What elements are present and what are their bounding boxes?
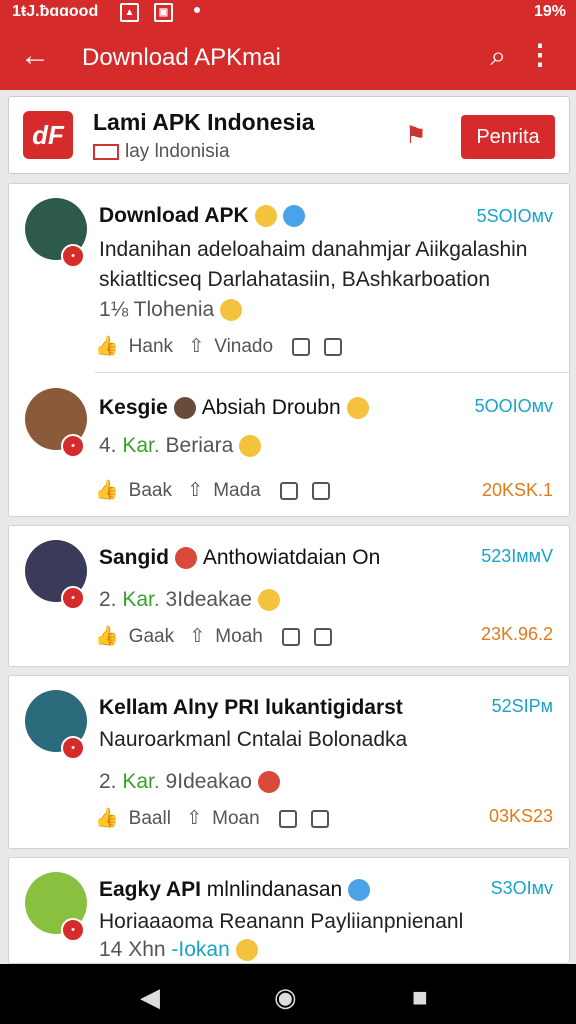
verified-icon: [282, 205, 305, 228]
emoji-icon: [257, 771, 280, 794]
emoji-icon: [257, 589, 280, 612]
like-label[interactable]: Baak: [129, 480, 172, 501]
emoji-icon: [175, 547, 198, 570]
item-actions: 👍 Baall ⇧ Moan: [95, 806, 339, 830]
like-icon[interactable]: 👍: [95, 626, 119, 647]
list-item[interactable]: • Kesgie Absiah Droubn 5OOIOᴍv 4. Kar. B…: [9, 374, 569, 514]
nav-back-icon[interactable]: ◀: [140, 982, 160, 1013]
item-name: Download APK: [99, 204, 305, 228]
checkbox-icon[interactable]: [324, 337, 343, 356]
item-text-2: skiatlticseq Darlahatasiin, BAshkarboati…: [99, 268, 491, 291]
item-text: 2. Kar. 3Ideakae: [99, 588, 280, 612]
like-count: 23K.96.2: [480, 624, 553, 644]
emoji-icon: [254, 205, 277, 228]
item-meta: 14 Xhn -Iokan: [99, 938, 258, 962]
like-icon[interactable]: 👍: [95, 336, 119, 357]
share-label[interactable]: Vinado: [214, 336, 273, 357]
checkbox-icon[interactable]: [314, 627, 333, 646]
item-name: Sangid Anthowiatdaian On: [99, 546, 381, 570]
checkbox-icon[interactable]: [312, 481, 330, 500]
share-icon[interactable]: ⇧: [188, 336, 204, 357]
like-icon[interactable]: 👍: [95, 480, 119, 501]
share-label[interactable]: Moah: [215, 626, 263, 647]
notification-icon: ▲: [120, 3, 139, 22]
share-label[interactable]: Moan: [212, 808, 260, 829]
flag-icon: [93, 143, 119, 160]
item-time: S3OIᴍv: [490, 878, 553, 898]
item-name: Kellam Alny PRI lukantigidarst: [99, 696, 403, 719]
post-card[interactable]: • Sangid Anthowiatdaian On 523IᴍᴍV 2. Ka…: [8, 525, 570, 667]
share-icon[interactable]: ⇧: [186, 808, 202, 829]
dot-icon: [194, 7, 200, 13]
badge-icon: •: [61, 918, 85, 942]
item-actions: 👍 Hank ⇧ Vinado: [95, 334, 352, 358]
like-label[interactable]: Hank: [129, 336, 173, 357]
back-arrow-icon[interactable]: ←: [20, 40, 50, 72]
post-card[interactable]: • Eagky API mlnlindanasan S3OIᴍv Horiaaa…: [8, 857, 570, 964]
share-icon[interactable]: ⇧: [187, 480, 203, 501]
item-text: Horiaaaoma Reanann Payliianpnienanl: [99, 910, 464, 933]
emoji-icon: [173, 397, 196, 420]
divider: [95, 372, 569, 373]
like-count: 03KS23: [488, 806, 553, 826]
checkbox-icon[interactable]: [310, 809, 329, 828]
app-logo: dF: [23, 111, 73, 159]
item-text: 4. Kar. Beriara: [99, 434, 262, 458]
item-name: Eagky API mlnlindanasan: [99, 878, 371, 902]
post-card: • Download APK 5SOIOᴍv Indanihan adeloah…: [8, 183, 570, 517]
share-icon[interactable]: ⇧: [189, 626, 205, 647]
emoji-icon: [239, 435, 262, 458]
trophy-icon: ⚑: [405, 122, 427, 149]
item-text: Nauroarkmanl Cntalai Bolonadka: [99, 728, 408, 751]
share-label[interactable]: Mada: [213, 480, 261, 501]
checkbox-icon[interactable]: [280, 481, 298, 500]
badge-icon: •: [61, 434, 85, 458]
battery-text: 19%: [533, 3, 566, 20]
banner-subtitle: lay lndonisia: [93, 141, 230, 163]
checkbox-icon[interactable]: [292, 337, 311, 356]
status-time: 1ŧJ.ƀɑɑood: [12, 3, 99, 20]
item-time: 5OOIOᴍv: [474, 396, 553, 416]
like-count: 20KSK.1: [481, 480, 553, 500]
item-text: Indanihan adeloahaim danahmjar Aiikgalas…: [99, 238, 528, 261]
banner-app-name: Lami APK Indonesia: [93, 109, 315, 135]
item-time: 5SOIOᴍv: [476, 206, 553, 226]
checkbox-icon[interactable]: [278, 809, 297, 828]
item-time: 523IᴍᴍV: [481, 546, 553, 566]
like-label[interactable]: Gaak: [129, 626, 174, 647]
list-item[interactable]: • Download APK 5SOIOᴍv Indanihan adeloah…: [9, 184, 569, 374]
item-name: Kesgie Absiah Droubn: [99, 396, 369, 420]
system-nav-bar: ◀ ◉ ■: [0, 964, 576, 1024]
more-options-icon[interactable]: ⋮: [526, 38, 554, 71]
status-bar: 1ŧJ.ƀɑɑood ▲ ▣ 19%: [0, 0, 576, 26]
badge-icon: •: [61, 244, 85, 268]
like-icon[interactable]: 👍: [95, 808, 119, 829]
post-card[interactable]: • Kellam Alny PRI lukantigidarst 52SIPᴍ …: [8, 675, 570, 849]
verified-icon: [348, 879, 371, 902]
checkbox-icon[interactable]: [282, 627, 301, 646]
like-label[interactable]: Baall: [129, 808, 171, 829]
emoji-icon: [220, 299, 243, 322]
item-time: 52SIPᴍ: [491, 696, 553, 716]
app-banner[interactable]: dF Lami APK Indonesia lay lndonisia ⚑ Pe…: [8, 96, 570, 174]
emoji-icon: [235, 939, 258, 962]
item-actions: 👍 Gaak ⇧ Moah: [95, 624, 342, 648]
badge-icon: •: [61, 736, 85, 760]
page-title: Download APKmai: [82, 44, 281, 71]
search-icon[interactable]: ⌕: [490, 40, 506, 73]
app-bar: ← Download APKmai ⌕ ⋮: [0, 26, 576, 90]
badge-icon: •: [61, 586, 85, 610]
item-actions: 👍 Baak ⇧ Mada: [95, 478, 340, 502]
item-text-2: 2. Kar. 9Ideakao: [99, 770, 280, 794]
nav-recents-icon[interactable]: ■: [412, 982, 428, 1013]
emoji-icon: [346, 397, 369, 420]
banner-action-button[interactable]: Penrita: [461, 115, 555, 159]
image-icon: ▣: [154, 3, 173, 22]
nav-home-icon[interactable]: ◉: [274, 982, 297, 1013]
item-meta: 1⅛ Tlohenia: [99, 298, 243, 322]
